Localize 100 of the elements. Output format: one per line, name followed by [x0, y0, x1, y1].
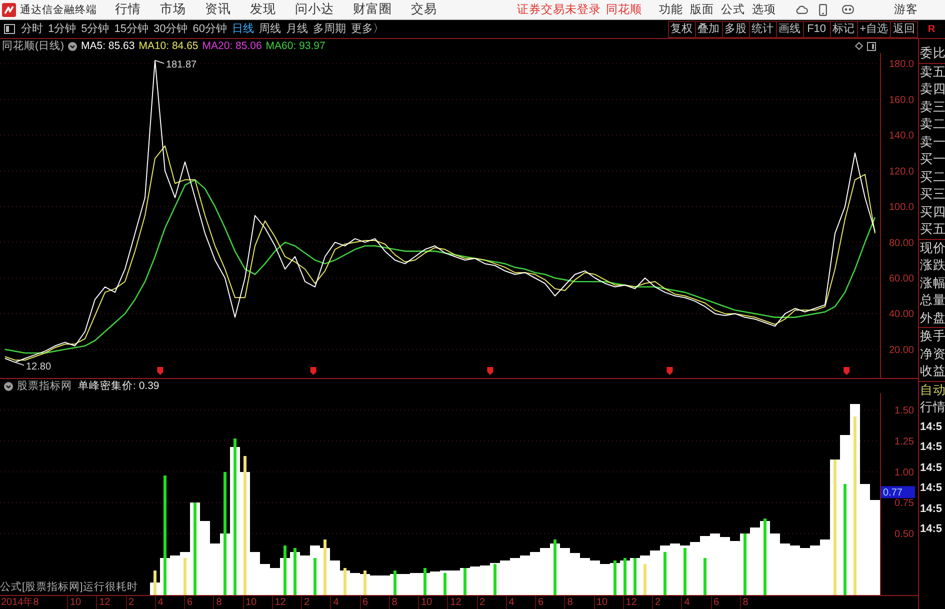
- phone-icon[interactable]: [819, 4, 827, 16]
- date-label: 10: [242, 596, 272, 609]
- period-tab[interactable]: 15分钟: [114, 21, 148, 37]
- toolbar-button[interactable]: 标记: [830, 20, 858, 38]
- axis-label: 1.00: [894, 467, 914, 478]
- chevron-down-icon[interactable]: [4, 382, 13, 390]
- broker-link[interactable]: 同花顺: [606, 2, 642, 17]
- period-tab[interactable]: 1分钟: [48, 21, 76, 37]
- period-tab[interactable]: 日线: [232, 21, 254, 37]
- trade-time: 14:5: [919, 522, 944, 537]
- indicator-reading: 单峰密集价: 0.39: [78, 379, 160, 393]
- quote-label: 买三: [919, 186, 945, 203]
- quote-label: 卖四: [919, 81, 945, 98]
- more-button[interactable]: 更多〉: [351, 21, 384, 37]
- menu-item[interactable]: 市场: [160, 1, 186, 18]
- trade-time: 14:5: [919, 502, 944, 516]
- menu-item[interactable]: 资讯: [205, 1, 231, 18]
- trade-time: 14:5: [919, 440, 944, 455]
- date-label: 2: [126, 596, 155, 609]
- date-label: 8: [213, 596, 242, 609]
- date-label: 2: [476, 596, 506, 609]
- mode-label[interactable]: 自动: [919, 382, 945, 399]
- marker-icon[interactable]: [666, 367, 673, 375]
- period-tab[interactable]: 60分钟: [192, 21, 227, 37]
- value-tag: 0.77: [881, 486, 915, 499]
- toolbar-button[interactable]: 统计: [748, 20, 777, 38]
- date-label: 10: [418, 596, 448, 609]
- marker-icon[interactable]: [844, 367, 850, 375]
- quote-label: 卖一: [919, 134, 945, 150]
- quote-label: 委比: [919, 45, 945, 62]
- date-label: 2014年8: [0, 596, 40, 609]
- axis-label: 160.0: [888, 94, 914, 106]
- quote-label: 卖三: [919, 98, 945, 116]
- date-label: 8: [740, 596, 769, 609]
- marker-icon[interactable]: [487, 367, 494, 375]
- marker-icon[interactable]: [157, 367, 164, 375]
- date-label: 8: [564, 596, 594, 609]
- period-tab[interactable]: 30分钟: [154, 21, 188, 37]
- date-label: 2: [652, 596, 682, 609]
- ma-reading: MA20: 85.06: [202, 40, 262, 52]
- toolbar-button[interactable]: 叠加: [694, 20, 723, 38]
- toolbar-button[interactable]: 返回: [890, 20, 918, 38]
- ma-reading: MA60: 93.97: [266, 40, 326, 52]
- menu-item[interactable]: 财富圈: [353, 1, 392, 18]
- status-note: 公式[股票指标网]运行很耗时: [0, 581, 138, 593]
- menu-item[interactable]: 版面: [690, 2, 714, 17]
- period-tab[interactable]: 分时: [21, 21, 43, 37]
- date-label: 8: [388, 596, 418, 609]
- toolbar-button[interactable]: +自选: [856, 20, 891, 38]
- menu-item[interactable]: 行情: [115, 1, 141, 18]
- diamond-icon[interactable]: [855, 42, 863, 50]
- trade-time: 14:5: [919, 481, 944, 496]
- leader-line: [154, 60, 164, 64]
- chart-title: 同花顺(日线): [2, 39, 64, 53]
- marker-icon[interactable]: [310, 367, 316, 375]
- price-label: 181.87: [166, 59, 197, 70]
- trade-time: 14:5: [919, 420, 944, 434]
- period-tab[interactable]: 周线: [259, 21, 281, 37]
- quote-label: 卖二: [919, 116, 945, 133]
- app-title: 通达信金融终端: [20, 2, 97, 16]
- period-tab[interactable]: 多周期: [313, 21, 346, 37]
- toolbar-button[interactable]: F10: [802, 20, 831, 38]
- date-label: 12: [622, 596, 652, 609]
- mask-icon[interactable]: [842, 5, 854, 14]
- period-tab[interactable]: 5分钟: [81, 21, 110, 37]
- toolbar-button[interactable]: 多股: [722, 20, 750, 38]
- date-label: 4: [154, 596, 184, 609]
- date-label: 4: [681, 596, 710, 609]
- toolbar-button[interactable]: 复权: [668, 20, 696, 38]
- date-label: 10: [594, 596, 623, 609]
- axis-label: 180.0: [888, 59, 914, 70]
- login-status: 证券交易未登录: [517, 2, 601, 17]
- date-label: 10: [67, 596, 96, 609]
- date-label: 12: [96, 596, 126, 609]
- axis-label: 60.00: [888, 274, 914, 284]
- date-label: 12: [447, 596, 476, 609]
- corner-mark: R: [926, 24, 936, 34]
- axis-label: 100.0: [888, 202, 914, 214]
- axis-label: 120.0: [888, 166, 914, 178]
- axis-label: 40.00: [888, 309, 914, 320]
- cloud-icon[interactable]: [796, 5, 808, 14]
- axis-label: 140.0: [888, 130, 914, 142]
- date-label: 6: [184, 596, 214, 609]
- quote-label: 涨幅: [919, 274, 945, 292]
- sidebar-icon[interactable]: [867, 42, 876, 50]
- chevron-down-icon[interactable]: [68, 42, 77, 50]
- menu-item[interactable]: 选项: [752, 2, 776, 17]
- user-label[interactable]: 游客: [894, 2, 918, 17]
- axis-label: 20.00: [888, 344, 914, 356]
- period-tab[interactable]: 月线: [286, 21, 308, 37]
- sidebar-icon[interactable]: [4, 24, 15, 34]
- axis-label: 0.50: [894, 528, 914, 540]
- toolbar-button[interactable]: 画线: [776, 20, 804, 38]
- ma-reading: MA10: 84.65: [138, 40, 198, 52]
- menu-item[interactable]: 问小达: [295, 1, 334, 18]
- menu-item[interactable]: 发现: [250, 1, 276, 18]
- quote-label: 买二: [919, 168, 945, 186]
- menu-item[interactable]: 交易: [411, 1, 437, 18]
- menu-item[interactable]: 公式: [721, 2, 745, 17]
- menu-item[interactable]: 功能: [659, 2, 683, 17]
